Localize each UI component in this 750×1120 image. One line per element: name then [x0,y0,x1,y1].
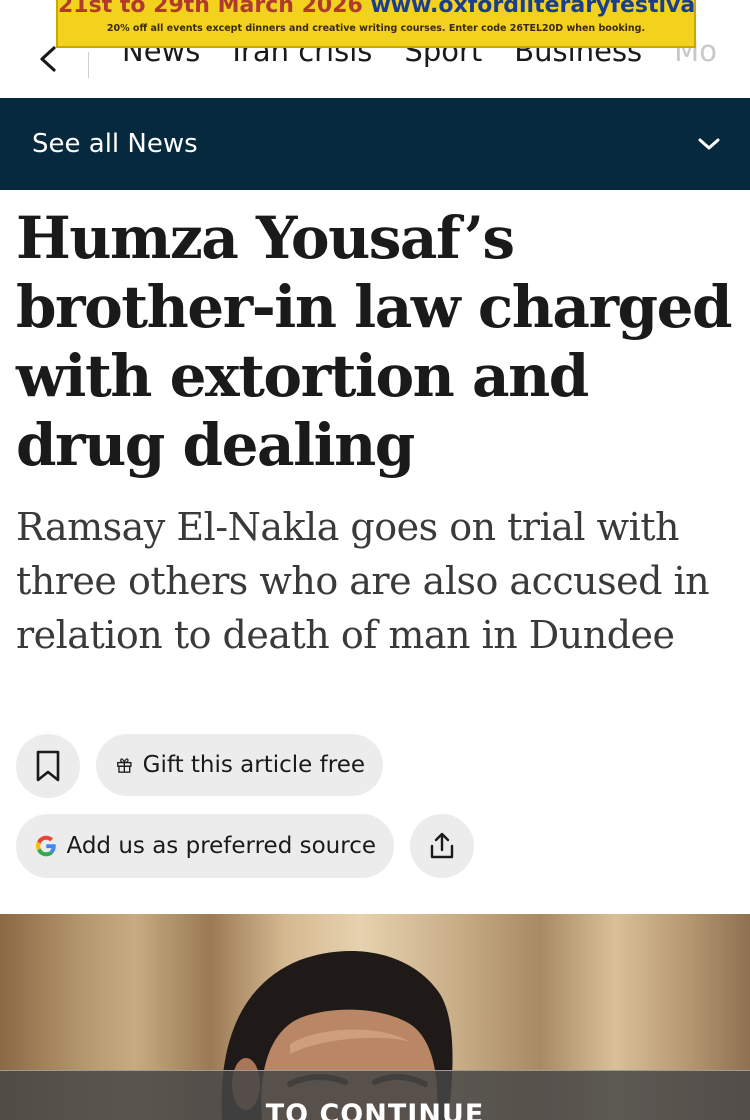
article-standfirst: Ramsay El-Nakla goes on trial with three… [16,505,710,657]
see-all-news-dropdown[interactable]: See all News [0,98,750,190]
gift-icon [117,758,132,773]
bookmark-button[interactable] [16,734,80,798]
ad-dates: 21st to 29th March 2026 [58,0,363,18]
paywall-text: TO CONTINUE [265,1099,485,1120]
ad-banner[interactable]: 21st to 29th March 2026 www.oxfordlitera… [56,0,696,48]
preferred-source-button[interactable]: Add us as preferred source [16,814,394,878]
see-all-news-label: See all News [32,129,198,159]
back-chevron-icon[interactable] [36,44,60,74]
paywall-banner[interactable]: TO CONTINUE [0,1070,750,1120]
ad-headline: 21st to 29th March 2026 www.oxfordlitera… [58,0,694,18]
gift-article-label: Gift this article free [142,752,365,778]
bookmark-icon [36,750,60,782]
article-headline: Humza Yousaf’s brother-in law charged wi… [16,204,733,479]
gift-article-button[interactable]: Gift this article free [96,734,383,796]
nav-divider [88,52,89,78]
chevron-down-icon [698,138,720,150]
ad-offer-text: 20% off all events except dinners and cr… [106,23,646,34]
ad-url: www.oxfordliteraryfestival.org [370,0,696,18]
google-icon [36,835,56,857]
share-icon [430,832,454,859]
preferred-source-label: Add us as preferred source [66,833,377,859]
share-button[interactable] [410,814,474,878]
